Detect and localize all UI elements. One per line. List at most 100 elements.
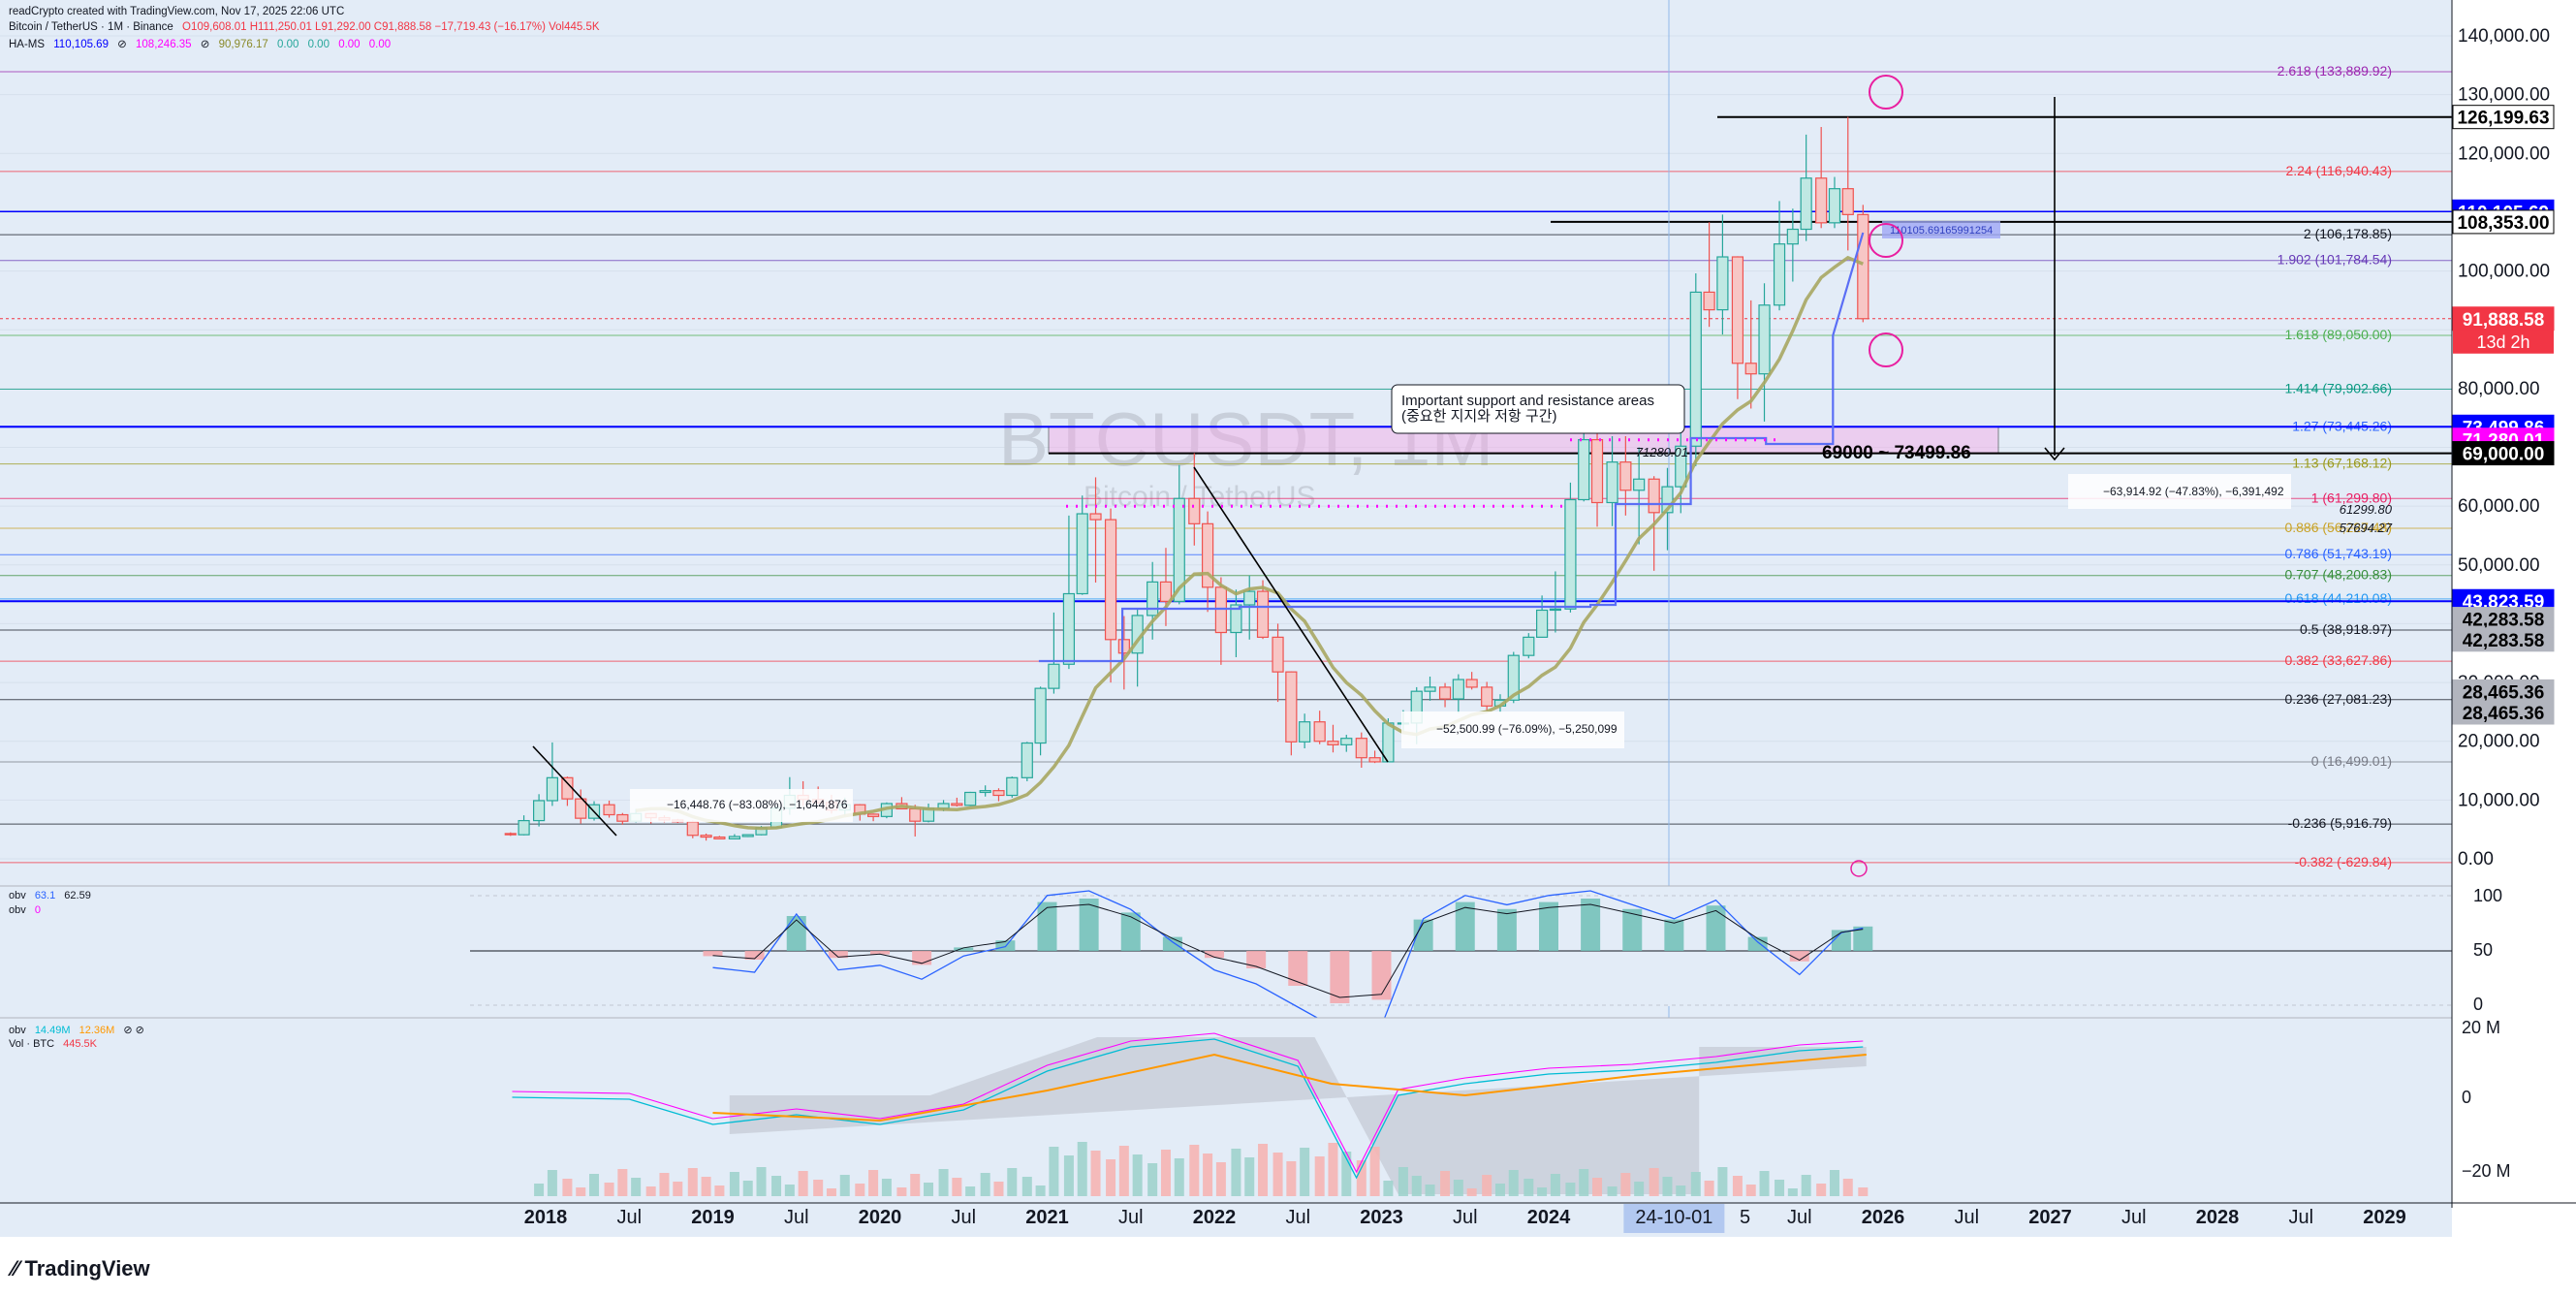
eye-off-icon[interactable]: ⊘ ⊘ <box>123 1025 144 1036</box>
volume-bar <box>617 1169 628 1196</box>
price-label-text: 28,465.36 <box>2463 682 2545 703</box>
time-axis-tick: 24-10-01 <box>1635 1207 1712 1228</box>
price-label-text: 126,199.63 <box>2457 109 2549 129</box>
volume-bar <box>1579 1169 1589 1196</box>
price-axis-tick: 0.00 <box>2458 849 2494 869</box>
volume-bar <box>965 1186 976 1196</box>
fib-level-label: 0 (16,499.01) <box>2311 753 2392 769</box>
vol-value: 445.5K <box>63 1038 98 1050</box>
hams-label[interactable]: HA-MS <box>9 39 45 50</box>
volume-bar <box>1524 1179 1534 1196</box>
volume-bar <box>952 1178 962 1196</box>
fib-level-label: 0.786 (51,743.19) <box>2284 546 2392 561</box>
volume-bar <box>1440 1171 1451 1196</box>
osc1-tick: 100 <box>2473 886 2502 905</box>
hams-value-5: 0.00 <box>307 39 330 50</box>
credit-text: readCrypto created with TradingView.com,… <box>9 6 345 17</box>
eye-off-icon[interactable]: ⊘ <box>201 39 210 50</box>
osc1-bar <box>786 916 806 951</box>
candle-body <box>1549 608 1562 612</box>
candle-body <box>532 800 546 822</box>
volume-bar <box>1842 1179 1853 1196</box>
volume-bar <box>896 1187 907 1196</box>
osc1-panel <box>0 886 2452 1006</box>
candle-body <box>1285 671 1298 743</box>
candle-body <box>1089 513 1102 521</box>
volume-bar <box>547 1170 557 1196</box>
price-chart-svg[interactable]: BTCUSDT, 1MBitcoin / TetherUS 2.618 (133… <box>0 0 2576 1237</box>
volume-bar <box>1035 1185 1046 1196</box>
candle-body <box>603 804 615 816</box>
osc1-name[interactable]: obv <box>9 890 26 901</box>
volume-bar <box>855 1184 865 1196</box>
osc1-bar <box>1371 951 1392 1000</box>
osc1b-legend: obv 0 <box>9 904 47 916</box>
volume-bar <box>813 1180 824 1196</box>
price-axis-tick: 20,000.00 <box>2458 732 2540 752</box>
volume-bar <box>1816 1184 1827 1196</box>
eye-off-icon[interactable]: ⊘ <box>117 39 127 50</box>
hams-value-1: 110,105.69 <box>53 39 109 50</box>
osc1-bar <box>1539 901 1558 951</box>
time-axis-tick: 2018 <box>524 1207 568 1228</box>
price-axis-tick: 10,000.00 <box>2458 790 2540 810</box>
label-71280: 71280.01 <box>1636 445 1688 459</box>
osc1-bar <box>1496 908 1517 951</box>
volume-bar <box>673 1182 683 1196</box>
price-label-text: 108,353.00 <box>2457 213 2549 234</box>
candle-body <box>1355 738 1367 759</box>
volume-bar <box>1537 1187 1548 1196</box>
osc1-legend: obv 63.1 62.59 <box>9 890 97 901</box>
candle-body <box>1424 686 1436 692</box>
vol-name[interactable]: Vol · BTC <box>9 1038 54 1050</box>
time-axis-tick: Jul <box>784 1207 809 1228</box>
time-axis-tick: 2022 <box>1193 1207 1237 1228</box>
candle-body <box>546 776 559 802</box>
symbol-title[interactable]: Bitcoin / TetherUS · 1M · Binance <box>9 21 173 33</box>
osc2-name[interactable]: obv <box>9 1025 26 1036</box>
osc2-value-2: 12.36M <box>79 1025 115 1036</box>
time-axis-tick: 5 <box>1740 1207 1750 1228</box>
candle-body <box>1590 439 1604 504</box>
volume-bar <box>771 1176 782 1196</box>
volume-bar <box>1286 1161 1297 1196</box>
label-61299: 61299.80 <box>2340 502 2393 517</box>
volume-bar <box>1063 1155 1074 1196</box>
candle-body <box>1648 478 1660 514</box>
price-axis-tick: 60,000.00 <box>2458 496 2540 517</box>
time-axis-tick: Jul <box>1453 1207 1478 1228</box>
candle-body <box>866 813 880 817</box>
volume-bar <box>631 1178 642 1196</box>
candle-body <box>616 813 629 822</box>
zone-label: 69000 ~ 73499.86 <box>1822 443 1971 463</box>
osc1-value-1: 63.1 <box>34 890 56 901</box>
volume-bar <box>1272 1153 1283 1196</box>
candle-body <box>713 836 726 839</box>
time-axis-tick: 2021 <box>1025 1207 1069 1228</box>
candle-body <box>979 790 991 794</box>
volume-bar <box>1021 1177 1032 1196</box>
volume-bar <box>1369 1147 1380 1196</box>
brand-text: TradingView <box>24 1256 150 1280</box>
callout-line-1: Important support and resistance areas <box>1401 393 1654 409</box>
osc1b-name[interactable]: obv <box>9 904 26 916</box>
candle-body <box>1564 498 1577 610</box>
price-axis-tick: 100,000.00 <box>2458 262 2550 282</box>
volume-bar <box>1300 1148 1310 1196</box>
osc2-legend: obv 14.49M 12.36M ⊘ ⊘ <box>9 1024 150 1036</box>
price-axis-tick: 80,000.00 <box>2458 379 2540 399</box>
tradingview-logo[interactable]: ⁄⁄ TradingView <box>12 1256 150 1281</box>
volume-bar <box>938 1169 949 1196</box>
fib-level-label: 0.5 (38,918.97) <box>2300 621 2392 637</box>
osc1-tick: 0 <box>2473 995 2483 1014</box>
volume-bar <box>1775 1180 1785 1196</box>
time-axis-tick: Jul <box>951 1207 976 1228</box>
time-axis-tick: Jul <box>1285 1207 1310 1228</box>
volume-bar <box>798 1171 808 1196</box>
fib-level-label: 0.382 (33,627.86) <box>2284 652 2392 668</box>
candle-body <box>686 821 699 837</box>
time-axis-tick: 2029 <box>2363 1207 2406 1228</box>
candle-body <box>1857 213 1869 320</box>
price-label-text: 42,283.58 <box>2463 631 2545 651</box>
volume-bar <box>1314 1156 1325 1196</box>
